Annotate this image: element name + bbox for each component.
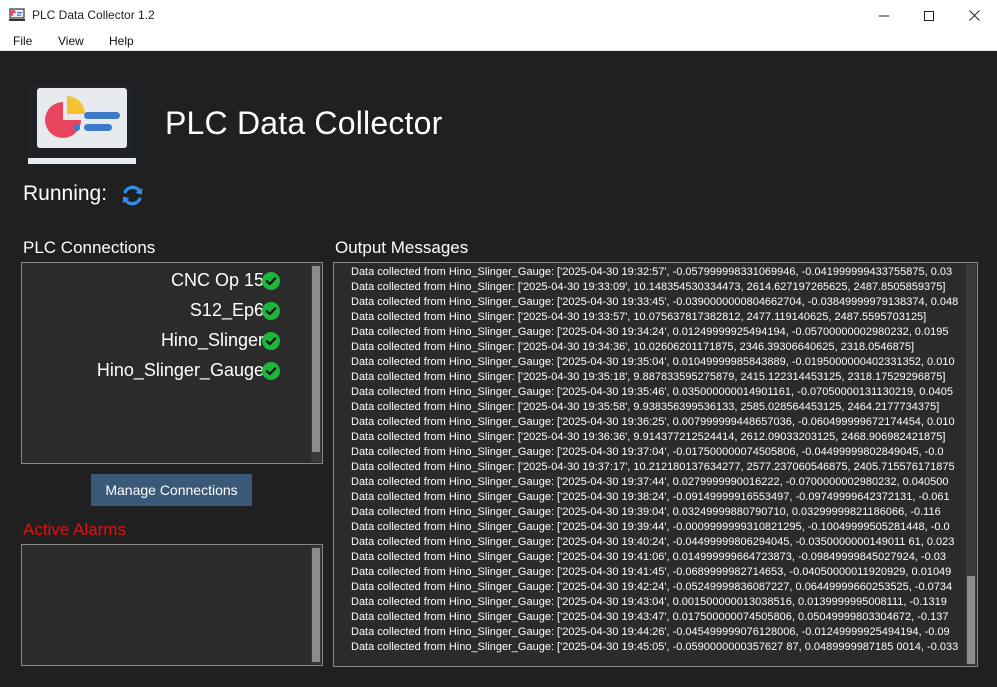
check-circle-icon — [262, 362, 280, 380]
output-message-line: Data collected from Hino_Slinger_Gauge: … — [351, 566, 952, 578]
active-alarms-label: Active Alarms — [23, 520, 126, 539]
plc-connection-name: CNC Op 15 — [170, 270, 264, 290]
plc-connection-item[interactable]: Hino_Slinger_Gauge — [22, 356, 312, 386]
output-message-line: Data collected from Hino_Slinger_Gauge: … — [351, 416, 955, 428]
output-message-line: Data collected from Hino_Slinger_Gauge: … — [351, 326, 949, 338]
plc-connections-list[interactable]: CNC Op 15 S12_Ep6 Hino_Slinger Hino_Slin… — [21, 262, 323, 464]
output-messages-label: Output Messages — [335, 238, 469, 257]
minimize-button[interactable] — [861, 0, 907, 31]
scrollbar-thumb[interactable] — [312, 266, 320, 452]
plc-connection-name: S12_Ep6 — [189, 300, 264, 320]
output-message-line: Data collected from Hino_Slinger_Gauge: … — [351, 551, 946, 563]
output-message-line: Data collected from Hino_Slinger_Gauge: … — [351, 626, 950, 638]
app-logo-icon — [24, 82, 140, 168]
output-message-line: Data collected from Hino_Slinger_Gauge: … — [351, 521, 950, 533]
output-message-line: Data collected from Hino_Slinger_Gauge: … — [351, 356, 955, 368]
plc-connection-item[interactable]: CNC Op 15 — [22, 266, 312, 296]
menu-file[interactable]: File — [13, 34, 32, 48]
output-messages: Data collected from Hino_Slinger_Gauge: … — [351, 265, 971, 655]
app-icon — [9, 8, 25, 21]
menu-bar: File View Help — [0, 31, 997, 51]
output-message-line: Data collected from Hino_Slinger: ['2025… — [351, 401, 940, 413]
plc-connection-name: Hino_Slinger — [160, 330, 264, 350]
close-button[interactable] — [951, 0, 997, 31]
refresh-icon — [122, 185, 143, 206]
running-status-label: Running: — [23, 182, 108, 205]
output-message-line: Data collected from Hino_Slinger_Gauge: … — [351, 386, 953, 398]
menu-help[interactable]: Help — [109, 34, 134, 48]
plc-connections-label: PLC Connections — [23, 238, 156, 257]
output-message-line: Data collected from Hino_Slinger_Gauge: … — [351, 446, 944, 458]
plc-list-scrollbar[interactable] — [311, 264, 321, 462]
scrollbar-thumb[interactable] — [967, 576, 975, 664]
alarms-list-scrollbar[interactable] — [311, 546, 321, 664]
output-message-line: Data collected from Hino_Slinger_Gauge: … — [351, 611, 949, 623]
maximize-icon — [924, 10, 934, 21]
output-message-line: Data collected from Hino_Slinger_Gauge: … — [351, 491, 950, 503]
output-message-line: Data collected from Hino_Slinger: ['2025… — [351, 281, 946, 293]
check-circle-icon — [262, 302, 280, 320]
output-message-line: Data collected from Hino_Slinger: ['2025… — [351, 461, 955, 473]
plc-connection-name: Hino_Slinger_Gauge — [96, 360, 264, 380]
plc-connection-item[interactable]: Hino_Slinger — [22, 326, 312, 356]
output-message-line: Data collected from Hino_Slinger_Gauge: … — [351, 506, 941, 518]
output-message-line: Data collected from Hino_Slinger: ['2025… — [351, 311, 927, 323]
active-alarms-list[interactable] — [21, 544, 323, 666]
output-scrollbar[interactable] — [966, 264, 976, 665]
maximize-button[interactable] — [906, 0, 952, 31]
title-bar: PLC Data Collector 1.2 — [0, 0, 997, 31]
main-window: PLC Data Collector Running: PLC Connecti… — [0, 51, 997, 687]
check-circle-icon — [262, 332, 280, 350]
output-message-line: Data collected from Hino_Slinger_Gauge: … — [351, 596, 947, 608]
output-messages-list[interactable]: Data collected from Hino_Slinger_Gauge: … — [333, 262, 978, 667]
app-title: PLC Data Collector — [165, 105, 443, 141]
output-message-line: Data collected from Hino_Slinger_Gauge: … — [351, 296, 959, 308]
output-message-line: Data collected from Hino_Slinger_Gauge: … — [351, 476, 949, 488]
minimize-icon — [879, 15, 889, 16]
output-message-line: Data collected from Hino_Slinger: ['2025… — [351, 341, 914, 353]
plc-connection-item[interactable]: S12_Ep6 — [22, 296, 312, 326]
output-message-line: Data collected from Hino_Slinger_Gauge: … — [351, 266, 953, 278]
output-message-line: Data collected from Hino_Slinger_Gauge: … — [351, 641, 959, 653]
scrollbar-thumb[interactable] — [312, 548, 320, 662]
close-icon — [968, 10, 980, 21]
output-message-line: Data collected from Hino_Slinger_Gauge: … — [351, 536, 955, 548]
window-title: PLC Data Collector 1.2 — [32, 8, 155, 22]
manage-connections-button[interactable]: Manage Connections — [91, 474, 252, 506]
check-circle-icon — [262, 272, 280, 290]
output-message-line: Data collected from Hino_Slinger: ['2025… — [351, 371, 946, 383]
output-message-line: Data collected from Hino_Slinger: ['2025… — [351, 431, 946, 443]
output-message-line: Data collected from Hino_Slinger_Gauge: … — [351, 581, 953, 593]
menu-view[interactable]: View — [58, 34, 84, 48]
